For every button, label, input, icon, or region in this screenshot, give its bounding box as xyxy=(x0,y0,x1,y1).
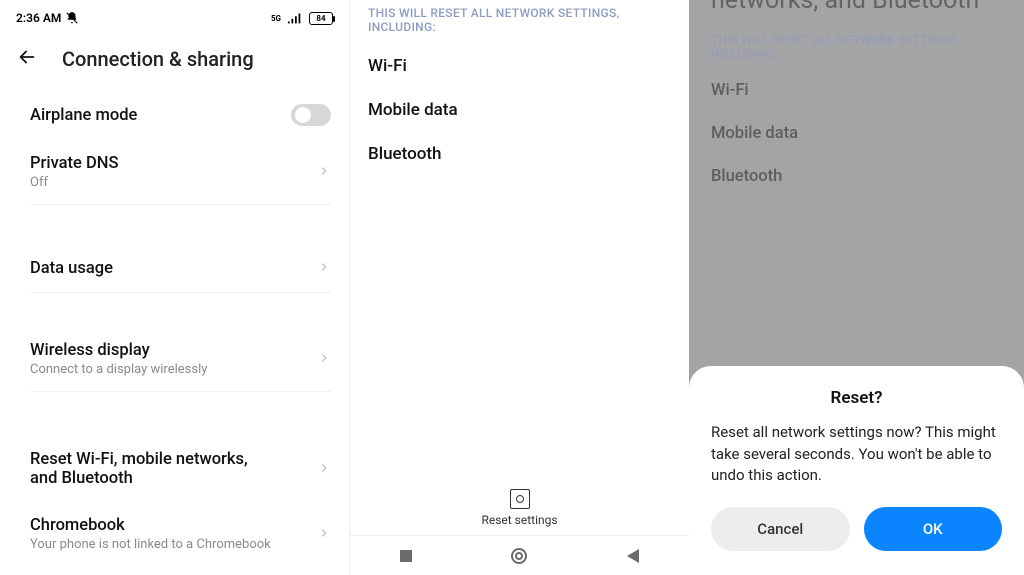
row-wireless-display[interactable]: Wireless display Connect to a display wi… xyxy=(0,327,349,391)
reset-item-wifi: Wi-Fi xyxy=(350,44,689,88)
reset-network-screen: THIS WILL RESET ALL NETWORK SETTINGS, IN… xyxy=(349,0,689,575)
row-label: Reset Wi-Fi, mobile networks, and Blueto… xyxy=(30,450,270,488)
confirm-dialog: Reset? Reset all network settings now? T… xyxy=(689,366,1024,575)
network-5g-icon: 5G xyxy=(271,14,281,23)
dnd-icon xyxy=(65,11,79,25)
android-nav-bar xyxy=(350,535,689,575)
row-reset-network[interactable]: Reset Wi-Fi, mobile networks, and Blueto… xyxy=(0,436,349,502)
row-label: Wireless display xyxy=(30,341,207,360)
chevron-right-icon xyxy=(317,525,331,544)
airplane-toggle[interactable] xyxy=(291,104,331,126)
reset-hint: THIS WILL RESET ALL NETWORK SETTINGS, IN… xyxy=(350,0,689,44)
row-label: Private DNS xyxy=(30,154,118,173)
reset-item-bluetooth: Bluetooth xyxy=(350,132,689,176)
chevron-right-icon xyxy=(317,163,331,182)
chevron-right-icon xyxy=(317,259,331,278)
chevron-right-icon xyxy=(317,350,331,369)
row-chromebook[interactable]: Chromebook Your phone is not linked to a… xyxy=(0,502,349,566)
page-title: Connection & sharing xyxy=(62,47,254,71)
status-bar: 2:36 AM 5G 84 xyxy=(0,0,349,30)
battery-level: 84 xyxy=(316,14,325,23)
row-airplane-mode[interactable]: Airplane mode xyxy=(0,90,349,140)
cancel-label: Cancel xyxy=(757,520,803,538)
chevron-right-icon xyxy=(317,460,331,479)
row-sublabel: Your phone is not linked to a Chromebook xyxy=(30,537,271,552)
header: Connection & sharing xyxy=(0,30,349,82)
back-icon[interactable] xyxy=(16,46,38,72)
row-label: Data usage xyxy=(30,259,113,278)
reset-settings-button[interactable]: Reset settings xyxy=(350,489,689,535)
row-sublabel: Off xyxy=(30,175,118,190)
status-time: 2:36 AM xyxy=(16,11,61,25)
reset-confirm-screen: networks, and Bluetooth THIS WILL RESET … xyxy=(689,0,1024,575)
row-private-dns[interactable]: Private DNS Off xyxy=(0,140,349,204)
reset-button-label: Reset settings xyxy=(481,513,557,527)
settings-connection-screen: 2:36 AM 5G 84 Connection & sharing Airp xyxy=(0,0,349,575)
nav-recent-icon[interactable] xyxy=(400,550,412,562)
ok-label: OK xyxy=(923,520,943,538)
reset-icon xyxy=(510,489,530,509)
ok-button[interactable]: OK xyxy=(864,507,1003,551)
row-label: Airplane mode xyxy=(30,106,137,125)
reset-item-mobile: Mobile data xyxy=(350,88,689,132)
nav-home-icon[interactable] xyxy=(511,548,527,564)
dialog-message: Reset all network settings now? This mig… xyxy=(711,422,1002,487)
cancel-button[interactable]: Cancel xyxy=(711,507,850,551)
battery-icon: 84 xyxy=(309,12,333,25)
row-label: Chromebook xyxy=(30,516,271,535)
row-data-usage[interactable]: Data usage xyxy=(0,245,349,292)
dialog-title: Reset? xyxy=(711,388,1002,408)
signal-icon xyxy=(287,12,303,24)
nav-back-icon[interactable] xyxy=(627,549,639,563)
row-sublabel: Connect to a display wirelessly xyxy=(30,362,207,377)
